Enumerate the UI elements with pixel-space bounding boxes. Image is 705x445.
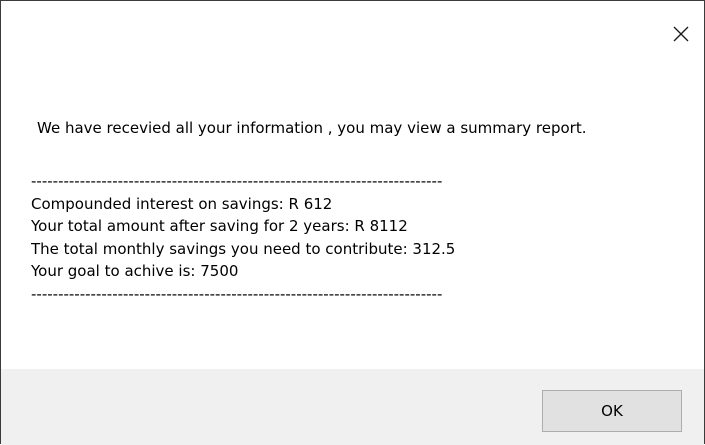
report-line-goal: Your goal to achive is: 7500 [31,262,239,280]
summary-report: ----------------------------------------… [31,170,631,305]
report-line-monthly-savings: The total monthly savings you need to co… [31,239,456,258]
report-line-total-amount: Your total amount after saving for 2 yea… [31,217,408,235]
close-icon [673,26,689,42]
dialog-footer: OK [1,369,704,445]
dialog-message: We have recevied all your information , … [37,119,587,137]
dialog-titlebar [1,1,704,61]
message-dialog: We have recevied all your information , … [0,0,705,445]
ok-button[interactable]: OK [542,390,682,432]
report-separator-bottom: ----------------------------------------… [31,284,443,303]
report-line-interest: Compounded interest on savings: R 612 [31,194,333,213]
report-separator-top: ----------------------------------------… [31,172,443,190]
close-button[interactable] [658,14,704,54]
dialog-content: We have recevied all your information , … [1,61,704,369]
